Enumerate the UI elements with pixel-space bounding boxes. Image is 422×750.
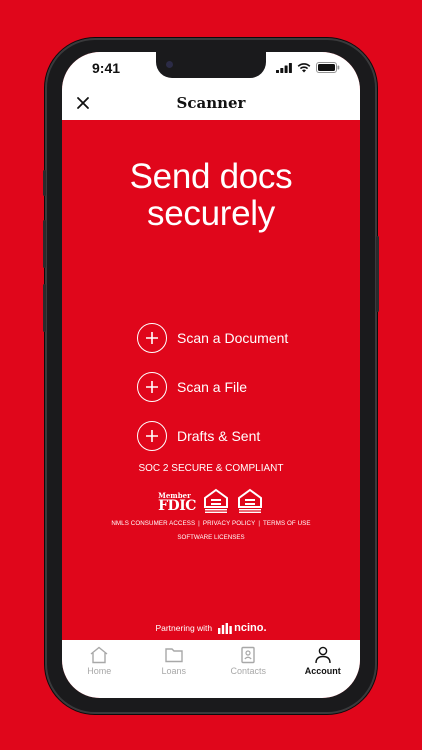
link-separator: | — [258, 520, 261, 527]
equal-housing-lender-icon — [203, 488, 228, 513]
home-icon — [90, 646, 108, 664]
contacts-book-icon — [241, 646, 255, 664]
camera-icon — [166, 61, 173, 68]
user-icon — [315, 646, 331, 664]
signal-icon — [276, 62, 292, 73]
drafts-sent-button[interactable]: Drafts & Sent — [137, 418, 288, 454]
action-list: Scan a Document Scan a File Drafts & Sen… — [137, 320, 288, 467]
plus-circle-icon — [137, 323, 167, 353]
battery-icon — [316, 62, 340, 73]
tab-loans-label: Loans — [161, 666, 187, 676]
partner-text: Partnering with — [155, 623, 213, 633]
compliance-logos: Member FDIC — [62, 488, 360, 514]
equal-housing-opportunity-icon — [237, 488, 262, 513]
legal-links: NMLS CONSUMER ACCESS | PRIVACY POLICY | TERM… — [62, 520, 360, 527]
close-icon[interactable] — [74, 94, 92, 112]
phone-volume-down — [43, 284, 46, 332]
tab-account-label: Account — [304, 666, 341, 676]
nmls-link[interactable]: NMLS CONSUMER ACCESS — [111, 520, 195, 527]
phone-volume-up — [43, 220, 46, 268]
page-title: Scanner — [176, 94, 246, 112]
software-licenses-link[interactable]: SOFTWARE LICENSES — [62, 534, 360, 541]
phone-notch — [156, 52, 266, 78]
app-screen: 9:41 Scanner Send docs securely Scan a D… — [62, 52, 360, 698]
app-header: Scanner — [62, 86, 360, 120]
scan-file-button[interactable]: Scan a File — [137, 369, 288, 405]
privacy-policy-link[interactable]: PRIVACY POLICY — [203, 520, 255, 527]
ncino-bars-icon — [218, 623, 232, 634]
headline: Send docs securely — [62, 158, 360, 232]
terms-of-use-link[interactable]: TERMS OF USE — [263, 520, 311, 527]
fdic-word: FDIC — [158, 498, 196, 514]
scan-file-label: Scan a File — [177, 379, 248, 395]
drafts-sent-label: Drafts & Sent — [177, 428, 261, 444]
ncino-logo: ncino. — [218, 622, 267, 634]
wifi-icon — [297, 62, 311, 72]
plus-circle-icon — [137, 421, 167, 451]
folder-icon — [165, 648, 183, 663]
tab-home[interactable]: Home — [64, 646, 134, 698]
phone-power-button — [376, 236, 379, 312]
tab-account[interactable]: Account — [288, 646, 358, 698]
plus-circle-icon — [137, 372, 167, 402]
headline-line-2: securely — [147, 194, 275, 233]
bottom-tab-bar: Home Loans Contacts Account — [62, 640, 360, 698]
fdic-logo: Member FDIC — [158, 491, 196, 514]
tab-contacts-label: Contacts — [230, 666, 267, 676]
phone-side-button — [43, 170, 46, 196]
ncino-wordmark: ncino. — [234, 622, 267, 634]
compliance-text: SOC 2 SECURE & COMPLIANT — [138, 463, 284, 474]
headline-line-1: Send docs — [129, 157, 293, 196]
tab-home-label: Home — [87, 666, 112, 676]
scan-document-button[interactable]: Scan a Document — [137, 320, 288, 356]
tab-contacts[interactable]: Contacts — [213, 646, 283, 698]
status-time: 9:41 — [92, 60, 121, 76]
tab-loans[interactable]: Loans — [139, 646, 209, 698]
partner-banner: Partnering with ncino. — [62, 622, 360, 634]
scan-document-label: Scan a Document — [177, 330, 289, 346]
link-separator: | — [198, 520, 200, 527]
status-icons — [276, 62, 340, 73]
